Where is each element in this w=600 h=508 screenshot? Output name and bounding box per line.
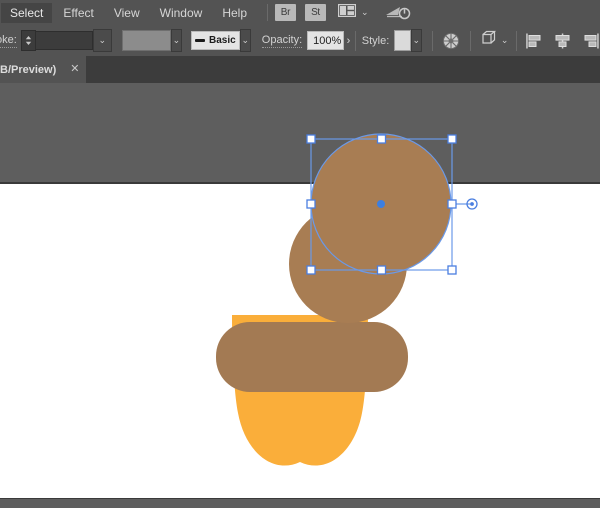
menu-item-window[interactable]: Window	[151, 3, 212, 23]
chevron-down-icon: ⌄	[98, 35, 107, 45]
opacity-value: 100%	[313, 34, 342, 47]
align-center-icon[interactable]	[554, 33, 571, 49]
chevron-right-icon: ›	[346, 34, 351, 47]
chevron-down-icon: ⌄	[172, 35, 181, 45]
selected-circle-shape[interactable]	[311, 134, 451, 274]
options-divider	[355, 30, 356, 51]
stroke-color-swatch[interactable]	[121, 30, 171, 51]
chevron-down-icon: ⌄	[500, 35, 509, 45]
menu-divider	[267, 4, 268, 21]
artwork-layer[interactable]	[0, 83, 600, 508]
bridge-button[interactable]: Br	[275, 4, 296, 21]
menu-item-view[interactable]: View	[105, 3, 149, 23]
menu-item-help[interactable]: Help	[213, 3, 256, 23]
arrange-documents-icon	[337, 3, 357, 22]
stroke-label: oke:	[0, 34, 17, 48]
stroke-color-dropdown[interactable]: ⌄	[170, 29, 182, 52]
stock-button[interactable]: St	[305, 4, 326, 21]
document-tab-title: B/Preview)	[0, 63, 57, 76]
align-right-icon[interactable]	[583, 33, 600, 49]
close-icon[interactable]: ✕	[70, 64, 79, 75]
canvas-area[interactable]	[0, 83, 600, 508]
style-label: Style:	[361, 34, 390, 47]
stroke-weight-input[interactable]	[35, 31, 93, 50]
menu-bar: Select Effect View Window Help Br St ⌄	[0, 0, 600, 25]
chevron-down-icon: ⌄	[361, 7, 369, 17]
arrange-documents-button[interactable]: ⌄	[337, 3, 369, 22]
graphic-style-swatch[interactable]	[394, 30, 411, 51]
options-divider-3	[470, 30, 471, 51]
chevron-down-icon: ⌄	[241, 35, 249, 45]
menu-item-select[interactable]: Select	[1, 2, 53, 23]
stroke-profile-dropdown[interactable]: ⌄	[239, 29, 251, 52]
menu-item-effect[interactable]: Effect	[54, 3, 102, 23]
align-left-icon[interactable]	[525, 33, 542, 49]
illustrator-window: Select Effect View Window Help Br St ⌄ k…	[0, 0, 600, 508]
chevron-down-icon: ⌄	[412, 35, 421, 45]
acorn-cap[interactable]	[216, 322, 408, 392]
document-tab-bar: B/Preview) ✕	[0, 56, 600, 83]
document-tab[interactable]: B/Preview) ✕	[0, 56, 87, 83]
recolor-artwork-icon[interactable]	[442, 32, 460, 50]
stroke-profile-label: Basic	[209, 35, 236, 46]
stroke-profile-selector[interactable]: Basic	[191, 31, 240, 50]
options-divider-2	[431, 30, 433, 51]
stroke-weight-stepper[interactable]	[20, 30, 36, 51]
transform-button[interactable]: ⌄	[481, 30, 509, 51]
opacity-label: Opacity:	[261, 33, 303, 48]
workspace-switcher-icon[interactable]	[385, 5, 411, 21]
opacity-input[interactable]: 100%	[307, 31, 344, 50]
stroke-profile-preview	[195, 39, 205, 42]
options-divider-4	[516, 30, 517, 51]
transform-icon	[481, 30, 498, 51]
graphic-style-dropdown[interactable]: ⌄	[410, 29, 422, 52]
stroke-weight-dropdown[interactable]: ⌄	[92, 29, 112, 52]
control-options-bar: oke: ⌄ ⌄ Basic ⌄ Opacity: 100% › Style	[0, 25, 600, 57]
opacity-flyout-button[interactable]: ›	[344, 30, 354, 51]
